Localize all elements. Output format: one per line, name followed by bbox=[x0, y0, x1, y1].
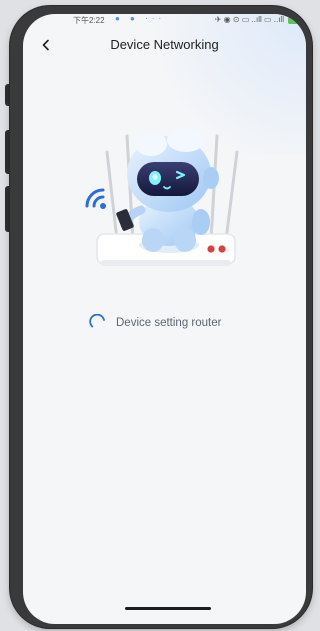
progress-status: Device setting router bbox=[89, 314, 221, 332]
progress-label: Device setting router bbox=[116, 317, 222, 329]
device-mockup: 下午2:22 ● ● ··· ✈ ◉ ⊙ ▭ ..ıll ▭ ..ıll Dev… bbox=[0, 0, 317, 631]
battery-icon bbox=[288, 17, 302, 24]
status-bar: 下午2:22 ● ● ··· ✈ ◉ ⊙ ▭ ..ıll ▭ ..ıll bbox=[23, 14, 306, 30]
wifi-signal-icon bbox=[85, 188, 106, 209]
home-indicator[interactable] bbox=[125, 607, 211, 610]
status-icons: ✈ ◉ ⊙ ▭ ..ıll ▭ ..ıll bbox=[214, 15, 284, 24]
loading-spinner-icon bbox=[89, 314, 105, 328]
status-notification-dots: ● ● ··· bbox=[115, 14, 166, 23]
networking-illustration bbox=[71, 122, 261, 282]
app-screen: 下午2:22 ● ● ··· ✈ ◉ ⊙ ▭ ..ıll ▭ ..ıll Dev… bbox=[23, 14, 306, 624]
page-title: Device Networking bbox=[110, 37, 219, 52]
status-time: 下午2:22 bbox=[73, 16, 105, 25]
header: Device Networking bbox=[23, 32, 306, 60]
